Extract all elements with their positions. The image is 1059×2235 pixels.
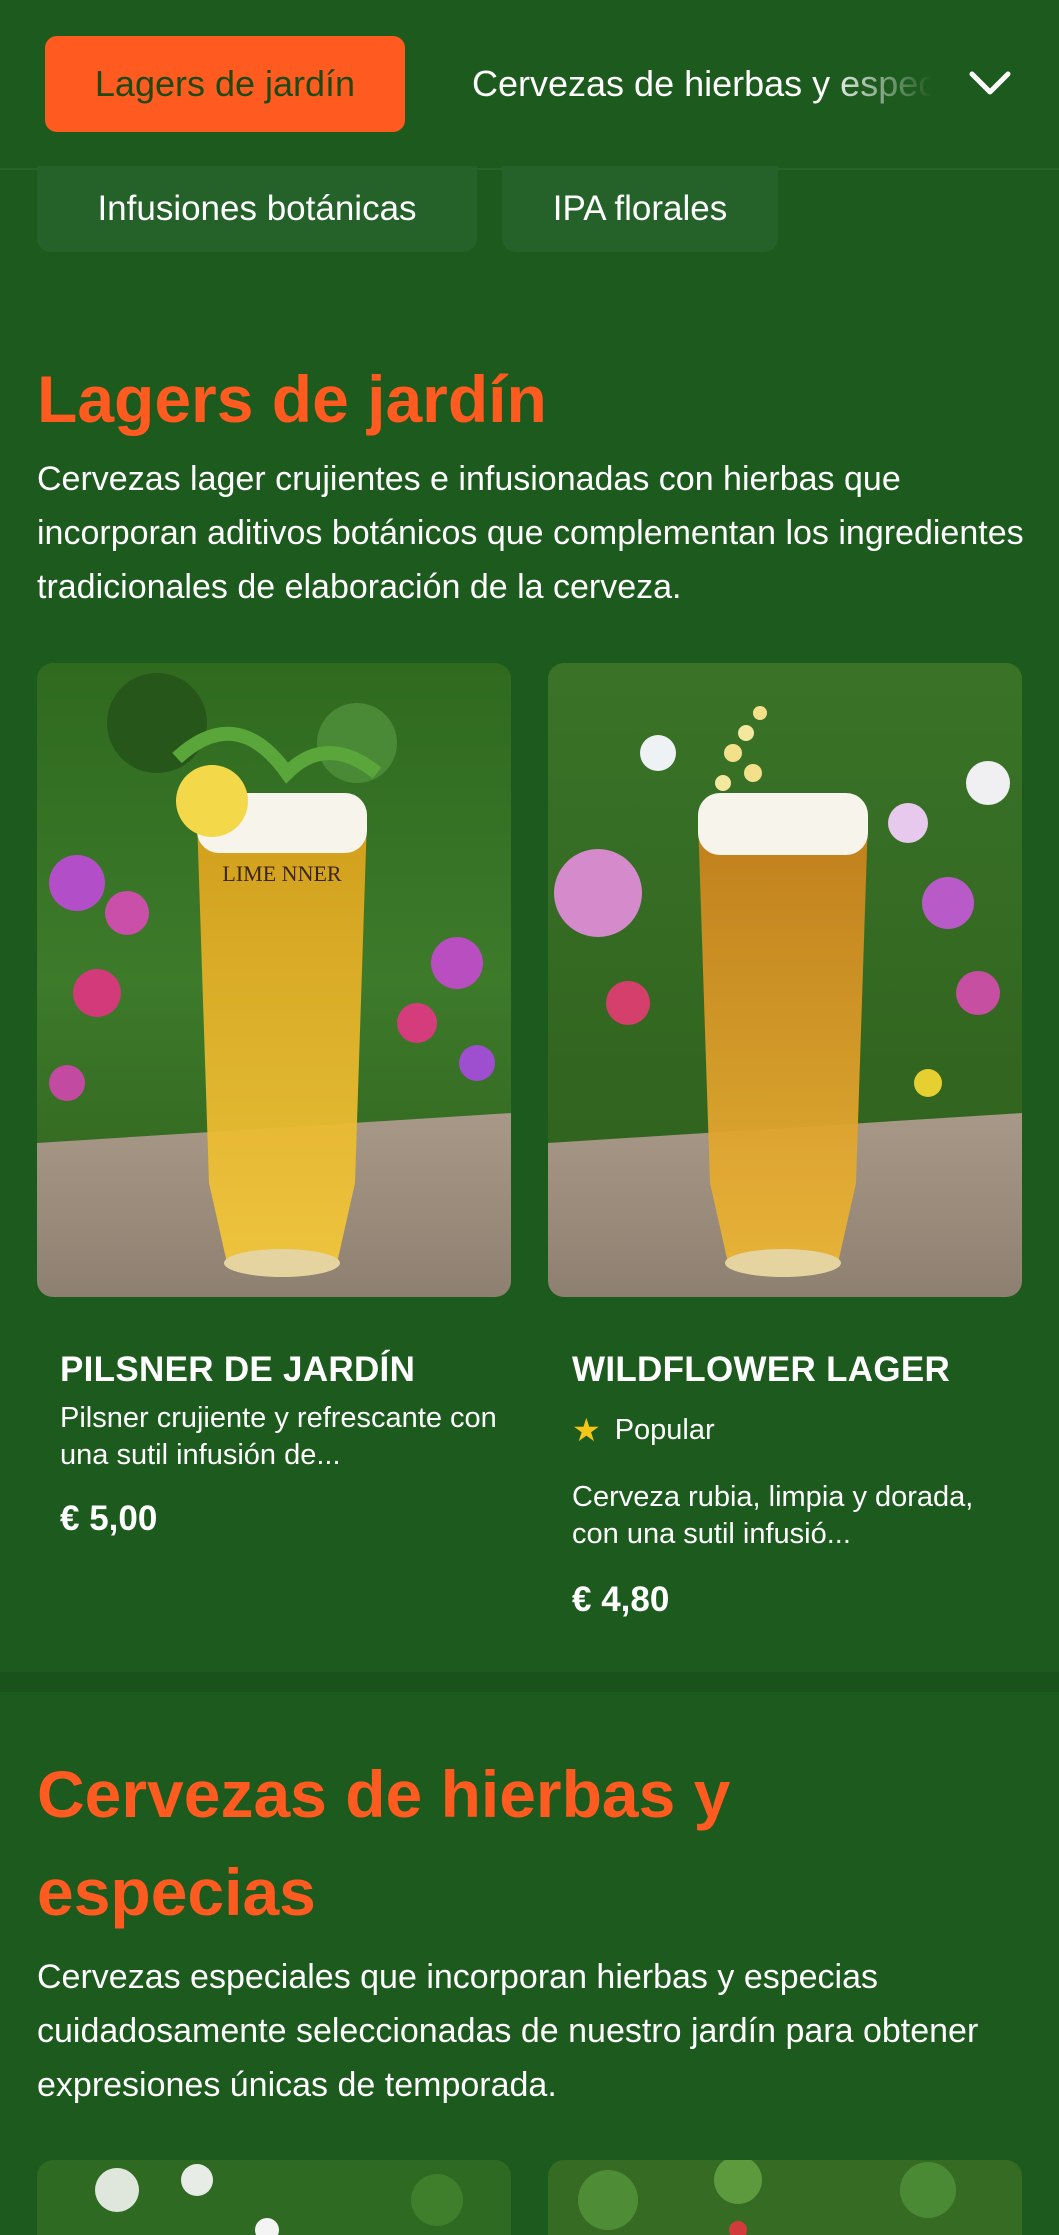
product-price-pilsner: € 5,00 [60,1499,158,1538]
product-image-wildflower[interactable] [548,663,1022,1297]
product-image-next-2[interactable] [548,2160,1022,2235]
section-description-hierbas: Cervezas especiales que incorporan hierb… [37,1958,979,2104]
section-title-lagers: Lagers de jardín [37,362,547,436]
popular-badge-label: Popular [614,1413,715,1446]
tab-lagers-de-jardin[interactable]: Lagers de jardín [45,36,405,132]
star-icon: ★ [572,1412,601,1448]
popular-badge: ★ Popular [572,1411,715,1449]
chip-ipa-florales[interactable]: IPA florales [502,166,778,252]
section-divider [0,1672,1059,1692]
chip-infusiones-botanicas[interactable]: Infusiones botánicas [37,166,477,252]
product-image-pilsner[interactable]: LIME NNER [37,663,511,1297]
product-name-wildflower[interactable]: WILDFLOWER LAGER [572,1350,950,1390]
section-title-hierbas: Cervezas de hierbas y especias [37,1757,731,1929]
product-image-next-1[interactable] [37,2160,511,2235]
product-description-wildflower: Cerveza rubia, limpia y dorada, con una … [572,1481,974,1550]
glass-logo-text: LIME NNER [222,861,341,886]
chevron-down-icon[interactable] [962,60,1018,108]
product-price-wildflower: € 4,80 [572,1580,670,1619]
product-description-pilsner: Pilsner crujiente y refrescante con una … [60,1402,497,1471]
category-nav: Lagers de jardín Cervezas de hierbas y e… [0,0,1059,170]
tab-cervezas-de-hierbas[interactable]: Cervezas de hierbas y especias [472,36,942,132]
product-name-pilsner[interactable]: PILSNER DE JARDÍN [60,1350,415,1390]
section-description-lagers: Cervezas lager crujientes e infusionadas… [37,460,1024,606]
